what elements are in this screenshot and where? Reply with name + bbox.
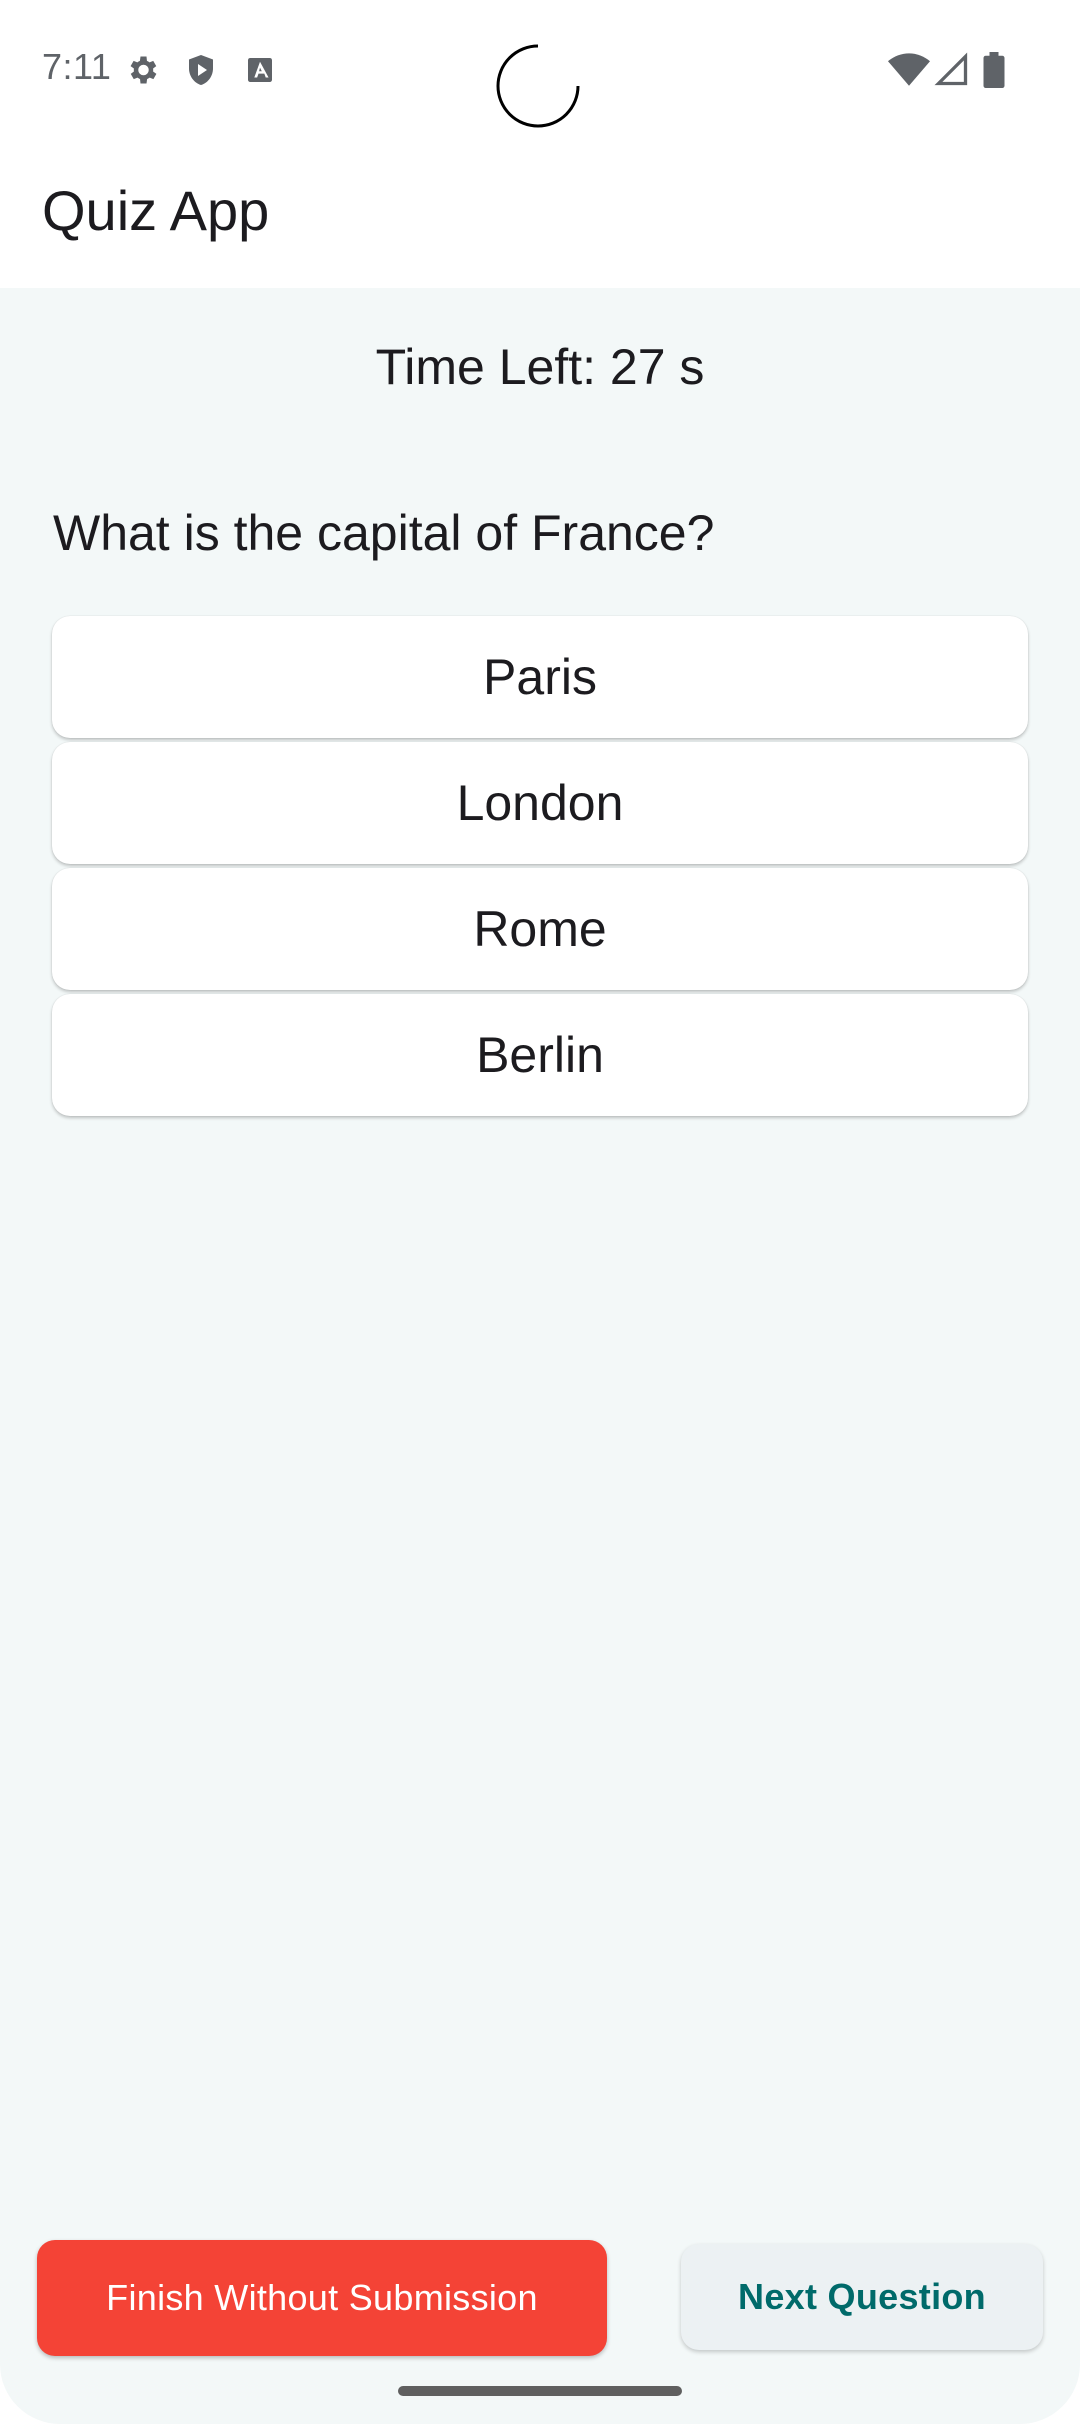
cellular-signal-icon	[934, 52, 968, 86]
battery-icon	[983, 52, 1005, 88]
answer-option-berlin[interactable]: Berlin	[52, 994, 1028, 1116]
app-bar: Quiz App	[0, 140, 1080, 288]
answer-option-paris[interactable]: Paris	[52, 616, 1028, 738]
keyboard-a-icon	[248, 58, 272, 82]
app-title: Quiz App	[42, 179, 270, 242]
answer-options: Paris London Rome Berlin	[52, 616, 1028, 1120]
quiz-content: Time Left: 27 s What is the capital of F…	[0, 288, 1080, 2424]
answer-option-rome[interactable]: Rome	[52, 868, 1028, 990]
status-bar: 7:11	[0, 0, 1080, 140]
status-time: 7:11	[42, 46, 112, 87]
home-indicator[interactable]	[398, 2386, 682, 2396]
camera-cutout	[496, 44, 580, 128]
answer-option-london[interactable]: London	[52, 742, 1028, 864]
wifi-icon	[888, 53, 930, 86]
timer-label: Time Left: 27 s	[375, 339, 705, 395]
finish-without-submission-button[interactable]: Finish Without Submission	[37, 2240, 607, 2356]
next-question-button[interactable]: Next Question	[681, 2244, 1043, 2350]
quiz-screen: 7:11 Quiz App Time Left: 27 s What is th…	[0, 0, 1080, 2424]
question-text: What is the capital of France?	[53, 505, 715, 561]
settings-gear-icon	[130, 56, 157, 84]
shield-play-icon	[189, 55, 213, 85]
